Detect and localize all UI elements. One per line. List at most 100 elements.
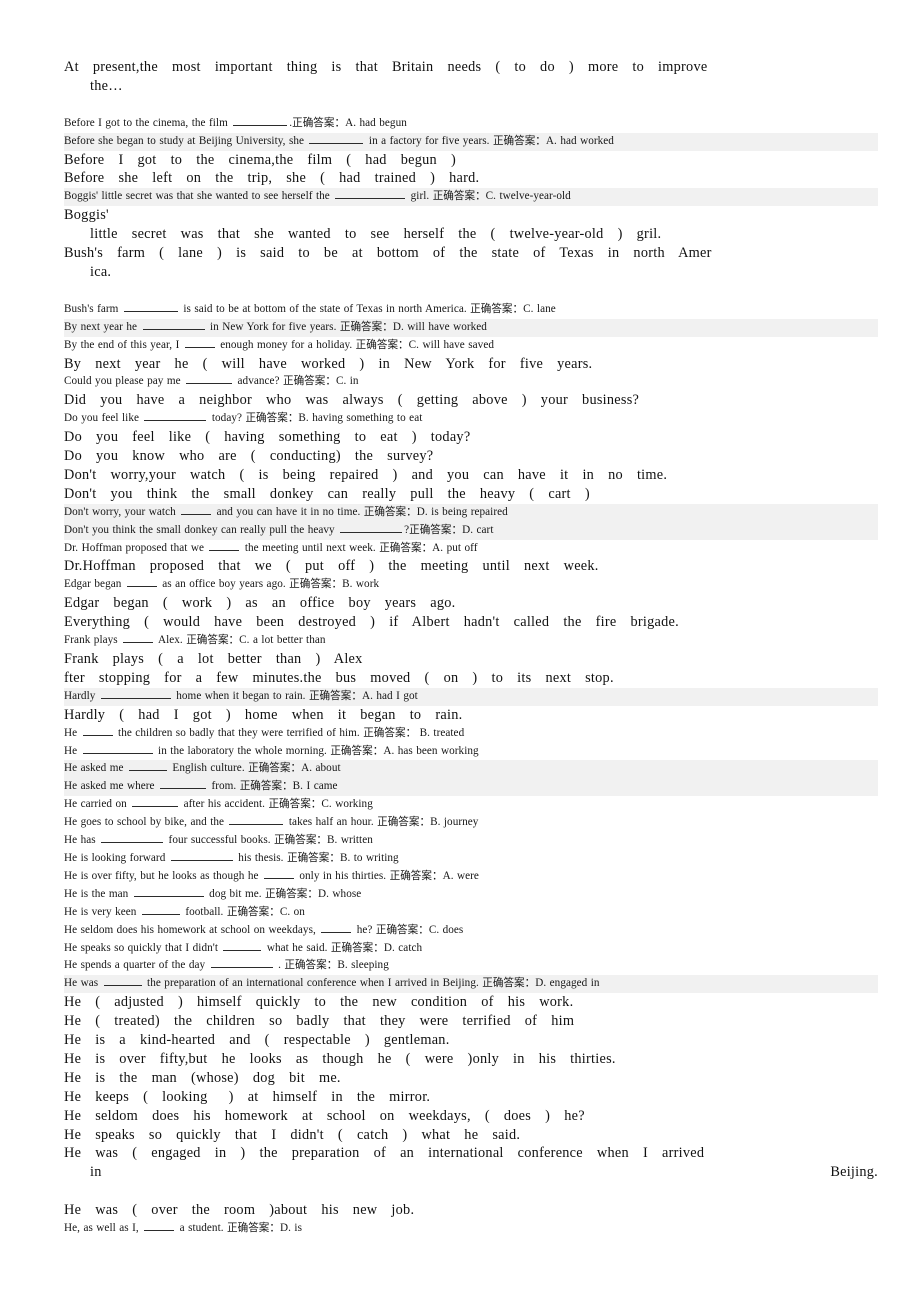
answer-label: 正确答案： <box>186 634 240 647</box>
line-text: Frank plays ( a lot better than ) Alex <box>64 651 363 667</box>
answer-line: He is a kind-hearted and ( respectable )… <box>64 1031 878 1050</box>
fill-in-blank <box>123 302 178 312</box>
answer-line: Do you feel like ( having something to e… <box>64 428 878 447</box>
answer-key-text: in New York for five years. 正确答案：D. will… <box>206 320 487 333</box>
question-prefix: Before I got to the cinema, the film <box>64 116 232 129</box>
answer-line: He ( adjusted ) himself quickly to the n… <box>64 993 878 1012</box>
answer-label: 正确答案： <box>330 744 384 757</box>
fill-in-blank <box>126 577 157 588</box>
answer-line: He speaks so quickly that I didn't ( cat… <box>64 1126 878 1145</box>
question-prefix: Could you please pay me <box>64 375 185 388</box>
answer-key-text: today? 正确答案：B. having something to eat <box>208 412 423 425</box>
answer-line: Frank plays ( a lot better than ) Alex <box>64 650 878 669</box>
line-text: By next year he ( will have worked ) in … <box>64 355 593 372</box>
answer-label: 正确答案： <box>432 190 486 203</box>
fill-in-blank <box>141 905 180 915</box>
answer-line: fter stopping for a few minutes.the bus … <box>64 669 878 688</box>
question-prefix: He seldom does his homework at school on… <box>64 923 320 936</box>
question-prefix: Don't worry, your watch <box>64 505 180 518</box>
line-text: Before I got to the cinema,the film ( ha… <box>64 151 456 168</box>
question-prefix: Frank plays <box>64 634 122 647</box>
line-text: Everything ( would have been destroyed )… <box>64 614 679 631</box>
answer-key-text: takes half an hour. 正确答案：B. journey <box>285 816 479 829</box>
answer-label: 正确答案： <box>339 320 393 333</box>
question-answer-line: He, as well as I, a student. 正确答案：D. is <box>64 1220 878 1238</box>
answer-key-text: from. 正确答案：B. I came <box>208 780 338 793</box>
answer-label: 正确答案： <box>308 689 362 702</box>
line-text: He is a kind-hearted and ( respectable )… <box>64 1032 450 1049</box>
answer-line: Hardly ( had I got ) home when it began … <box>64 706 878 725</box>
line-text: He seldom does his homework at school on… <box>64 1107 585 1124</box>
answer-line: He was ( over the room )about his new jo… <box>64 1201 878 1220</box>
question-answer-line: He is looking forward his thesis. 正确答案：B… <box>64 850 878 868</box>
line-text: little secret was that she wanted to see… <box>90 226 662 243</box>
answer-line: He was ( engaged in ) the preparation of… <box>64 1144 878 1201</box>
answer-key-text: the meeting until next week. 正确答案：A. put… <box>241 541 478 554</box>
line-text: He keeps ( looking ) at himself in the m… <box>64 1088 431 1105</box>
answer-line: He keeps ( looking ) at himself in the m… <box>64 1088 878 1107</box>
answer-label: 正确答案： <box>377 816 431 829</box>
question-prefix: He is the man <box>64 887 132 900</box>
fill-in-blank <box>181 505 212 515</box>
answer-label: 正确答案： <box>363 726 417 739</box>
question-answer-line: He in the laboratory the whole morning. … <box>64 743 878 761</box>
answer-key-text: the preparation of an international conf… <box>143 977 600 990</box>
fill-in-blank <box>142 320 205 330</box>
question-prefix: He <box>64 726 81 739</box>
fill-in-blank <box>186 374 233 385</box>
fill-in-blank <box>335 189 406 200</box>
answer-key-text: what he said. 正确答案：D. catch <box>263 941 423 954</box>
line-text: Hardly ( had I got ) home when it began … <box>64 706 463 723</box>
line-text: Don't you think the small donkey can rea… <box>64 485 590 502</box>
answer-label: 正确答案： <box>292 116 346 129</box>
answer-line: Don't you think the small donkey can rea… <box>64 485 878 504</box>
fill-in-blank <box>229 815 284 826</box>
fill-in-blank <box>82 725 113 736</box>
answer-key-text: dog bit me. 正确答案：D. whose <box>205 887 362 900</box>
fill-in-blank <box>210 958 273 969</box>
question-prefix: He, as well as I, <box>64 1222 143 1235</box>
answer-key-text: four successful books. 正确答案：B. written <box>165 834 373 847</box>
answer-key-text: in a factory for five years. 正确答案：A. had… <box>365 134 614 147</box>
answer-label: 正确答案： <box>248 762 302 775</box>
fill-in-blank <box>223 940 262 951</box>
question-prefix: He is looking forward <box>64 851 169 864</box>
fill-in-blank <box>144 1221 175 1232</box>
answer-key-text: ?正确答案：D. cart <box>404 523 494 536</box>
answer-line: Don't worry,your watch ( is being repair… <box>64 466 878 485</box>
answer-key-text: his thesis. 正确答案：B. to writing <box>234 851 399 864</box>
answer-key-text: after his accident. 正确答案：C. working <box>180 798 373 811</box>
answer-key-text: is said to be at bottom of the state of … <box>179 302 556 315</box>
line-text: He was ( engaged in ) the preparation of… <box>64 1145 705 1162</box>
line-text: Did you have a neighbor who was always (… <box>64 392 640 409</box>
answer-label: 正确答案： <box>239 780 293 793</box>
question-answer-line: He seldom does his homework at school on… <box>64 922 878 940</box>
answer-label: 正确答案： <box>286 851 340 864</box>
question-prefix: He speaks so quickly that I didn't <box>64 941 222 954</box>
fill-in-blank <box>321 922 352 933</box>
answer-key-text: English culture. 正确答案：A. about <box>168 762 341 775</box>
question-prefix: Do you feel like <box>64 412 143 425</box>
answer-label: 正确答案： <box>482 977 536 990</box>
answer-line: Edgar began ( work ) as an office boy ye… <box>64 594 878 613</box>
fill-in-blank <box>103 976 142 987</box>
line-text: He ( treated) the children so badly that… <box>64 1013 575 1030</box>
answer-line: little secret was that she wanted to see… <box>64 225 878 244</box>
question-prefix: By next year he <box>64 320 141 333</box>
line-text: At present,the most important thing is t… <box>64 59 708 75</box>
answer-label: 正确答案： <box>379 541 433 554</box>
question-prefix: Dr. Hoffman proposed that we <box>64 541 208 554</box>
question-answer-line: Hardly home when it began to rain. 正确答案：… <box>64 687 878 706</box>
line-continuation: the… <box>90 77 123 94</box>
answer-label: 正确答案： <box>363 505 417 518</box>
fill-in-blank <box>123 633 154 644</box>
answer-key-text: Alex. 正确答案：C. a lot better than <box>155 634 326 647</box>
question-answer-line: He speaks so quickly that I didn't what … <box>64 940 878 958</box>
line-continuation: in Beijing. <box>90 1164 878 1181</box>
answer-label: 正确答案： <box>227 1222 280 1235</box>
answer-line: He is the man (whose) dog bit me. <box>64 1069 878 1088</box>
question-prefix: He has <box>64 834 100 847</box>
answer-key-text: . 正确答案：B. sleeping <box>274 959 389 972</box>
answer-key-text: he? 正确答案：C. does <box>353 923 464 936</box>
question-answer-line: Bush's farm is said to be at bottom of t… <box>64 301 878 319</box>
